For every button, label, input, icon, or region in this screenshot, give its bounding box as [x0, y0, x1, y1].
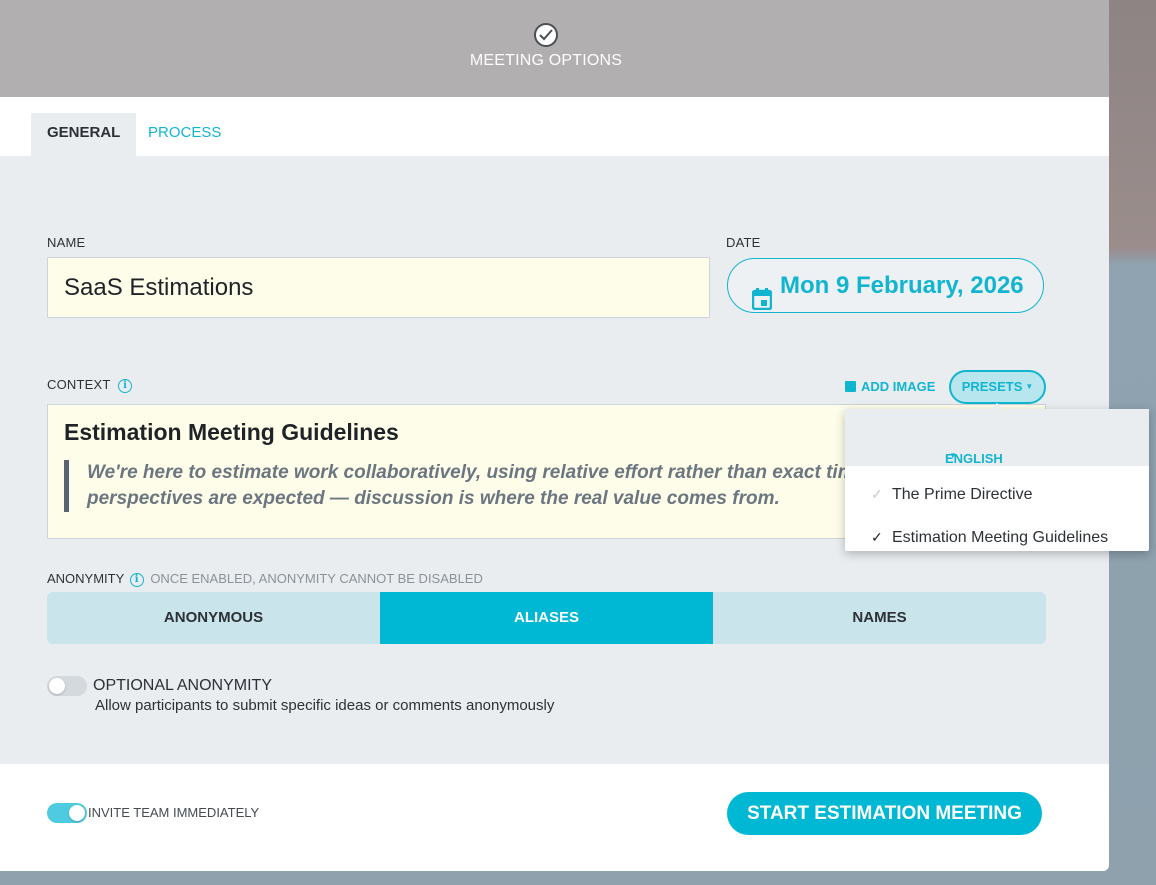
date-label: DATE [726, 235, 761, 250]
tab-general[interactable]: GENERAL [31, 113, 137, 156]
anonymity-segmented-control: ANONYMOUS ALIASES NAMES [47, 592, 1046, 644]
date-picker-button[interactable]: Mon 9 February, 2026 [727, 258, 1044, 313]
preset-item-prime-directive[interactable]: ✓ The Prime Directive [845, 476, 1149, 516]
name-label: NAME [47, 235, 86, 250]
anonymity-option-anonymous[interactable]: ANONYMOUS [47, 592, 380, 644]
language-selector-row: ENGLISH ▼ [845, 409, 1149, 466]
invite-team-label: INVITE TEAM IMMEDIATELY [88, 805, 260, 820]
dialog-header: MEETING OPTIONS [0, 0, 1109, 97]
context-label: CONTEXT [47, 377, 111, 392]
calendar-icon [751, 276, 773, 329]
preset-item-estimation-guidelines[interactable]: ✓ Estimation Meeting Guidelines [845, 519, 1149, 559]
anonymity-label: ANONYMITY [47, 571, 125, 586]
context-label-row: CONTEXT i [47, 377, 133, 393]
tab-process[interactable]: PROCESS [132, 113, 237, 156]
check-circle-icon [534, 23, 558, 47]
anonymity-note: ONCE ENABLED, ANONYMITY CANNOT BE DISABL… [150, 571, 483, 586]
optional-anonymity-title: OPTIONAL ANONYMITY [93, 677, 272, 694]
anonymity-option-names[interactable]: NAMES [713, 592, 1046, 644]
toggle-knob [69, 805, 85, 821]
check-icon: ✓ [871, 486, 883, 502]
image-icon [845, 381, 856, 392]
invite-team-toggle[interactable] [47, 803, 87, 823]
start-meeting-button[interactable]: START ESTIMATION MEETING [727, 792, 1042, 835]
caret-down-icon: ▼ [949, 451, 957, 460]
add-image-button[interactable]: ADD IMAGE [845, 379, 935, 394]
preset-item-label: The Prime Directive [892, 486, 1033, 503]
info-icon[interactable]: i [129, 572, 144, 587]
add-image-label: ADD IMAGE [861, 379, 936, 394]
toggle-knob [49, 678, 65, 694]
meeting-name-input[interactable]: SaaS Estimations [47, 257, 710, 318]
optional-anonymity-toggle[interactable] [47, 676, 87, 696]
preset-item-label: Estimation Meeting Guidelines [892, 529, 1109, 546]
date-value: Mon 9 February, 2026 [780, 272, 1024, 299]
anonymity-label-row: ANONYMITY i ONCE ENABLED, ANONYMITY CANN… [47, 571, 483, 587]
caret-down-icon: ▼ [1025, 382, 1034, 391]
presets-button[interactable]: PRESETS ▼ [949, 370, 1046, 404]
optional-anonymity-description: Allow participants to submit specific id… [95, 697, 555, 714]
info-icon[interactable]: i [118, 378, 133, 393]
check-icon: ✓ [871, 529, 883, 545]
tab-bar: GENERAL PROCESS [0, 97, 1109, 156]
dialog-title: MEETING OPTIONS [469, 52, 623, 69]
anonymity-option-aliases[interactable]: ALIASES [380, 592, 713, 644]
presets-label: PRESETS [961, 379, 1023, 394]
presets-dropdown-menu: ENGLISH ▼ ✓ The Prime Directive ✓ Estimat… [845, 403, 1149, 551]
